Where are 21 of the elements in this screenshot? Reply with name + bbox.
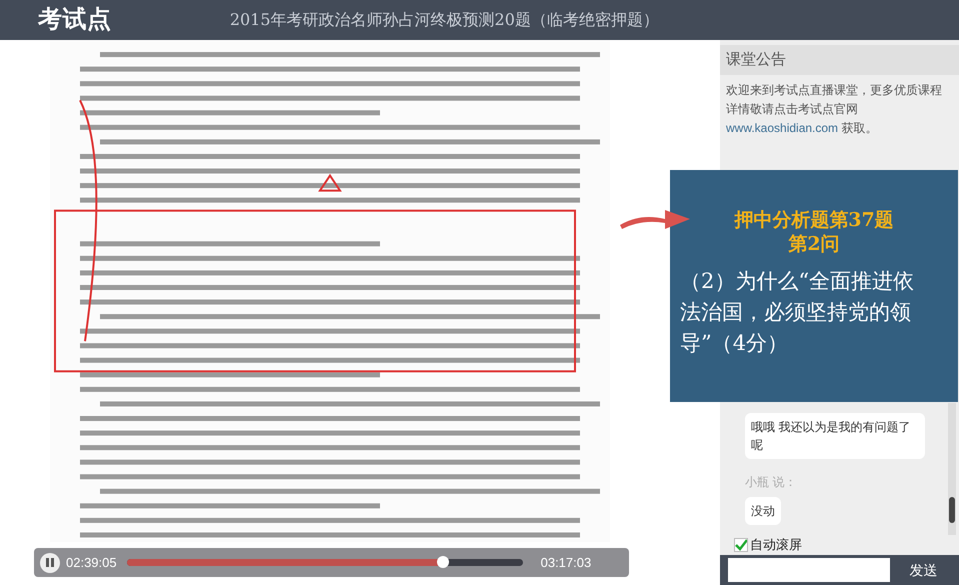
chat-bubble: 哦哦 我还以为是我的有问题了呢 [745,413,925,459]
progress-track[interactable] [126,559,523,566]
website-link[interactable]: www.kaoshidian.com [726,121,838,135]
elapsed-time: 02:39:05 [66,554,117,572]
send-button[interactable]: 发送 [890,560,957,580]
progress-thumb[interactable] [437,556,450,568]
pause-button[interactable] [40,552,60,572]
chat-author: 小瓶 说： [745,474,798,491]
pause-icon [46,558,54,567]
callout-question: （2）为什么“全面推进依法治国，必须坚持党的领导”（4分） [680,268,916,357]
chat-bubble: 没动 [745,497,781,525]
check-icon [735,539,747,551]
auto-scroll-checkbox[interactable]: 自动滚屏 [720,535,959,555]
logo: 考试点 [38,5,112,35]
notice-header: 课堂公告 [720,45,959,75]
course-title: 2015年考研政治名师孙占河终极预测20题（临考绝密押题） [230,9,659,31]
duration-time: 03:17:03 [540,554,592,572]
callout-headline: 押中分析题第37题 [734,208,894,232]
notice-text: 欢迎来到考试点直播课堂，更多优质课程详情敬请点击考试点官网 www.kaoshidian.com 获取。 [725,82,943,137]
chat-input[interactable] [728,558,890,582]
callout-headline: 第2问 [788,232,840,256]
